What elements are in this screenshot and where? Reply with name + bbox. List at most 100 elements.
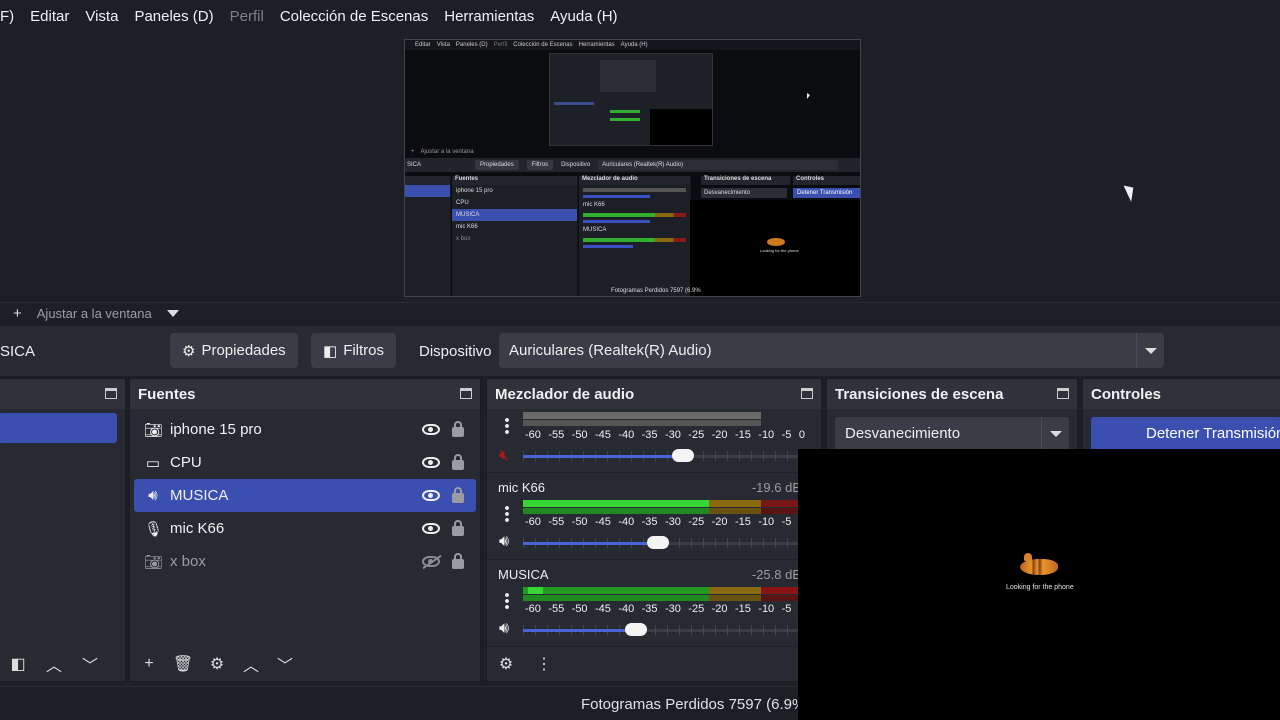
stop-stream-button[interactable]: Detener Transmisión bbox=[1091, 417, 1280, 451]
mini-bar bbox=[610, 118, 640, 121]
mixer-channel: MUSICA -25.8 dB -60 -55 -50 -45 -40 -35 -30 -25… bbox=[487, 560, 821, 647]
transition-select[interactable]: Desvanecimiento bbox=[835, 417, 1069, 451]
mini-tiger-icon bbox=[767, 238, 785, 246]
kebab-menu-icon[interactable]: ⋮ bbox=[533, 654, 555, 674]
kebab-menu-icon[interactable] bbox=[505, 505, 509, 523]
source-item[interactable]: 📷︎ iphone 15 pro bbox=[134, 413, 476, 446]
menu-docks[interactable]: Paneles (D) bbox=[126, 8, 221, 25]
muted-speaker-icon[interactable]: 🔇︎ bbox=[499, 447, 519, 465]
gear-icon[interactable]: ⚙ bbox=[206, 654, 228, 674]
chevron-down-icon bbox=[1144, 347, 1157, 354]
dropdown-button[interactable] bbox=[1041, 417, 1069, 451]
menu-view[interactable]: Vista bbox=[77, 8, 126, 25]
chevron-down-icon[interactable]: ﹀ bbox=[79, 652, 101, 676]
device-label: Dispositivo bbox=[419, 342, 492, 360]
eye-icon[interactable] bbox=[422, 457, 440, 468]
undock-icon[interactable] bbox=[801, 388, 813, 399]
volume-fader[interactable] bbox=[523, 621, 799, 639]
menu-scene-collection[interactable]: Colección de Escenas bbox=[272, 8, 436, 25]
eye-icon[interactable] bbox=[422, 490, 440, 501]
meter-scale: -60-55-50-45-40-35-30-25-20-15-10-50 bbox=[525, 429, 805, 441]
controls-dock-header: Controles bbox=[1083, 379, 1280, 409]
mini-source-row: CPU bbox=[456, 200, 469, 206]
device-select[interactable]: Auriculares (Realtek(R) Audio) bbox=[499, 333, 1164, 368]
lock-icon[interactable] bbox=[452, 520, 464, 536]
source-item[interactable]: ▭ CPU bbox=[134, 446, 476, 479]
fader-handle[interactable] bbox=[625, 623, 648, 636]
mini-black-video: Looking for the phone bbox=[690, 200, 860, 296]
undock-icon[interactable] bbox=[1057, 388, 1069, 399]
chevron-up-icon[interactable]: ︿ bbox=[240, 652, 262, 676]
mini-bar bbox=[554, 102, 594, 105]
lock-icon[interactable] bbox=[452, 553, 464, 569]
mini-scene-row bbox=[405, 185, 450, 197]
menu-file[interactable]: F) bbox=[0, 8, 22, 25]
filters-button[interactable]: ◧ Filtros bbox=[311, 333, 397, 368]
mini-properties: Propiedades bbox=[475, 160, 519, 170]
sources-title: Fuentes bbox=[138, 385, 196, 403]
fader-handle[interactable] bbox=[672, 449, 695, 462]
controls-dock: Controles Detener Transmisión bbox=[1082, 378, 1280, 451]
add-icon[interactable]: + bbox=[138, 655, 160, 673]
kebab-menu-icon[interactable] bbox=[505, 417, 509, 435]
speaker-icon[interactable]: 🔊︎ bbox=[499, 533, 519, 551]
mini-meter bbox=[583, 213, 686, 217]
transitions-title: Transiciones de escena bbox=[835, 385, 1004, 403]
speaker-icon[interactable]: 🔊︎ bbox=[499, 620, 519, 638]
eye-icon[interactable] bbox=[422, 424, 440, 435]
add-icon[interactable]: + bbox=[13, 305, 22, 322]
source-item-selected[interactable]: 🔊︎ MUSICA bbox=[134, 479, 476, 512]
chevron-up-icon[interactable]: ︿ bbox=[43, 652, 65, 676]
dropdown-button[interactable] bbox=[1136, 333, 1164, 368]
chevron-down-icon[interactable]: ﹀ bbox=[274, 652, 296, 676]
trash-icon[interactable]: 🗑︎ bbox=[172, 654, 194, 674]
source-item[interactable]: 📷︎ x box bbox=[134, 545, 476, 578]
eye-hidden-icon[interactable] bbox=[422, 556, 440, 567]
mini-fader bbox=[583, 245, 633, 248]
menu-edit[interactable]: Editar bbox=[22, 8, 77, 25]
fader-handle[interactable] bbox=[647, 536, 670, 549]
lock-icon[interactable] bbox=[452, 487, 464, 503]
mini-sources-dock: Fuentes iphone 15 pro CPU MUSICA mic K66… bbox=[452, 176, 578, 296]
source-item[interactable]: 🎙︎ mic K66 bbox=[134, 512, 476, 545]
preview-area[interactable]: Editar Vista Paneles (D) Perfil Colecció… bbox=[0, 32, 1280, 302]
preview-canvas[interactable]: Editar Vista Paneles (D) Perfil Colecció… bbox=[404, 39, 861, 297]
filter-icon[interactable]: ◧ bbox=[7, 654, 29, 674]
undock-icon[interactable] bbox=[105, 388, 117, 399]
mini-status: Fotogramas Perdidos 7597 (6.9% bbox=[611, 288, 701, 294]
undock-icon[interactable] bbox=[460, 388, 472, 399]
menu-help[interactable]: Ayuda (H) bbox=[542, 8, 625, 25]
channel-db: -25.8 dB bbox=[751, 567, 801, 582]
device-value: Auriculares (Realtek(R) Audio) bbox=[509, 342, 712, 359]
properties-button[interactable]: ⚙ Propiedades bbox=[170, 333, 298, 368]
source-label: x box bbox=[170, 553, 206, 570]
source-label: mic K66 bbox=[170, 520, 225, 537]
volume-meter bbox=[523, 500, 801, 514]
mini-dock-header: Mezclador de audio bbox=[579, 176, 690, 185]
mouse-cursor-icon bbox=[1123, 182, 1139, 202]
mini-source-row: MUSICA bbox=[452, 209, 577, 221]
mini-menu-item: Herramientas bbox=[578, 42, 615, 48]
mini-nested-black bbox=[650, 109, 712, 145]
volume-meter bbox=[523, 587, 801, 601]
mini-device: Auriculares (Realtek(R) Audio) bbox=[598, 160, 839, 170]
volume-fader[interactable] bbox=[523, 534, 799, 552]
dropped-frames-status: Fotogramas Perdidos 7597 (6.9% bbox=[581, 696, 806, 713]
camera-icon: 📷︎ bbox=[144, 553, 164, 571]
menu-tools[interactable]: Herramientas bbox=[436, 8, 542, 25]
mini-channel-name: mic K66 bbox=[583, 202, 605, 208]
microphone-icon: 🎙︎ bbox=[144, 520, 164, 538]
volume-fader[interactable] bbox=[523, 447, 799, 465]
lock-icon[interactable] bbox=[452, 454, 464, 470]
video-overlay: Looking for the phone bbox=[798, 449, 1280, 720]
channel-name: mic K66 bbox=[498, 480, 545, 495]
chevron-down-icon[interactable] bbox=[166, 310, 179, 317]
eye-icon[interactable] bbox=[422, 523, 440, 534]
lock-icon[interactable] bbox=[452, 421, 464, 437]
mini-transition: Desvanecimiento bbox=[701, 188, 787, 198]
fit-to-window-label[interactable]: Ajustar a la ventana bbox=[37, 306, 152, 321]
advanced-audio-gear-icon[interactable]: ⚙ bbox=[495, 654, 517, 674]
scene-item-selected[interactable] bbox=[0, 413, 117, 443]
kebab-menu-icon[interactable] bbox=[505, 592, 509, 610]
obs-window: F) Editar Vista Paneles (D) Perfil Colec… bbox=[0, 0, 1280, 720]
